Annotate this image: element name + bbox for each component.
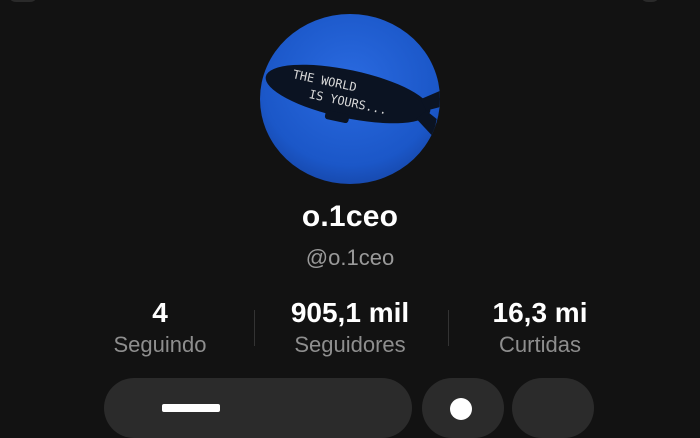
- stat-likes[interactable]: 16,3 mi Curtidas: [460, 296, 620, 360]
- status-bar-left-fragment: [8, 0, 38, 2]
- status-bar-edge: [0, 0, 700, 6]
- button-label-fragment: [162, 404, 220, 412]
- likes-count: 16,3 mi: [492, 297, 588, 328]
- profile-display-name: o.1ceo: [301, 200, 399, 233]
- stat-divider: [448, 310, 449, 346]
- profile-avatar[interactable]: THE WORLD IS YOURS...: [260, 14, 440, 184]
- profile-icon-button[interactable]: [422, 378, 504, 438]
- status-bar-right-fragment: [640, 0, 660, 2]
- followers-label: Seguidores: [294, 332, 406, 357]
- following-count: 4: [152, 297, 168, 328]
- likes-label: Curtidas: [499, 332, 581, 357]
- stat-following[interactable]: 4 Seguindo: [80, 296, 240, 360]
- profile-handle: @o.1ceo: [305, 245, 395, 270]
- person-icon: [450, 398, 472, 420]
- stat-divider: [254, 310, 255, 346]
- primary-action-button[interactable]: [104, 378, 412, 438]
- following-label: Seguindo: [113, 332, 207, 357]
- followers-count: 905,1 mil: [290, 297, 410, 328]
- more-options-button[interactable]: [512, 378, 594, 438]
- blimp-avatar-image: THE WORLD IS YOURS...: [260, 14, 440, 184]
- stat-followers[interactable]: 905,1 mil Seguidores: [260, 296, 440, 360]
